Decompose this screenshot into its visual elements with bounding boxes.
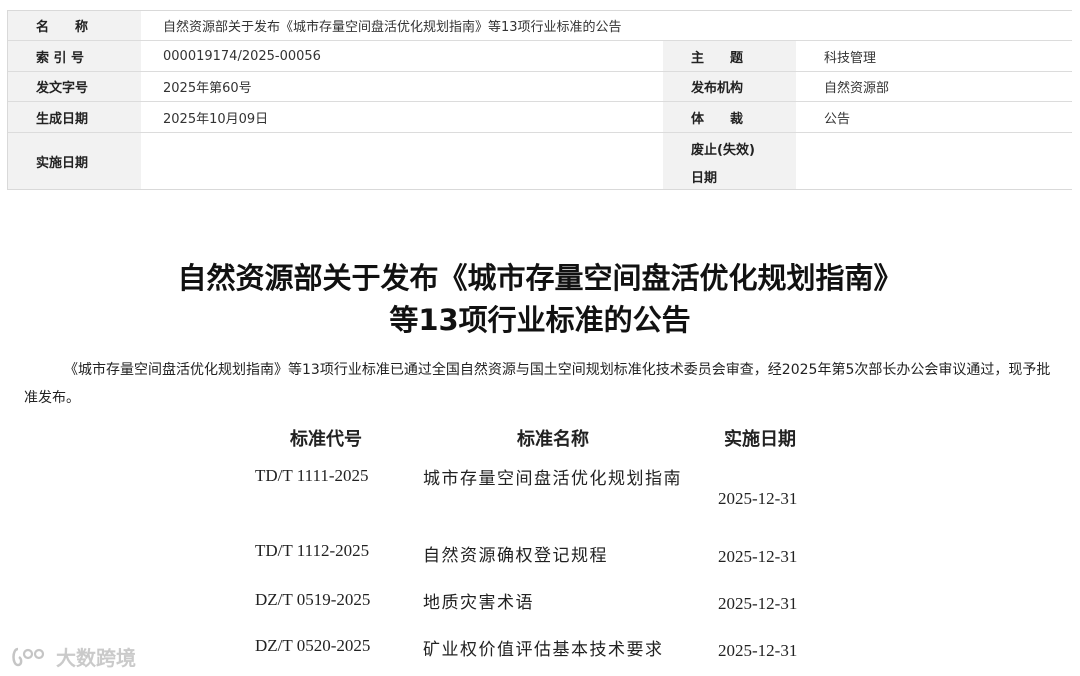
standards-header-name: 标准名称 [517, 429, 589, 449]
article-body: 《城市存量空间盘活优化规划指南》等13项行业标准已通过全国自然资源与国土空间规划… [24, 362, 1051, 406]
repeal-label-line2: 日期 [691, 171, 718, 186]
standard-code: TD/T 1112-2025 [255, 541, 370, 560]
standard-date: 2025-12-31 [718, 489, 798, 508]
effective-label: 实施日期 [8, 133, 141, 189]
article-title-line2: 等13项行业标准的公告 [389, 303, 691, 337]
standard-name: 地质灾害术语 [423, 593, 534, 612]
standard-name: 城市存量空间盘活优化规划指南 [423, 469, 682, 488]
docno-label: 发文字号 [8, 72, 141, 101]
name-label: 名 称 [8, 11, 141, 40]
name-value: 自然资源部关于发布《城市存量空间盘活优化规划指南》等13项行业标准的公告 [141, 11, 1073, 40]
document-info-table: 名 称 自然资源部关于发布《城市存量空间盘活优化规划指南》等13项行业标准的公告… [7, 10, 1073, 190]
created-value: 2025年10月09日 [141, 102, 663, 132]
info-row-docno: 发文字号 2025年第60号 发布机构 自然资源部 [8, 72, 1073, 102]
standards-header-code: 标准代号 [290, 429, 362, 449]
standard-name: 自然资源确权登记规程 [423, 546, 608, 565]
issuer-value: 自然资源部 [796, 72, 1073, 101]
info-row-effective: 实施日期 废止(失效) 日期 [8, 133, 1073, 189]
genre-label: 体 裁 [663, 102, 796, 132]
info-row-name: 名 称 自然资源部关于发布《城市存量空间盘活优化规划指南》等13项行业标准的公告 [8, 11, 1073, 41]
watermark-logo-icon [12, 647, 45, 666]
article-title-line1: 自然资源部关于发布《城市存量空间盘活优化规划指南》 [177, 261, 903, 295]
genre-value: 公告 [796, 102, 1073, 132]
standard-code: TD/T 1111-2025 [255, 466, 369, 485]
repeal-value [796, 133, 1073, 189]
topic-value: 科技管理 [796, 41, 1073, 71]
issuer-label: 发布机构 [663, 72, 796, 101]
index-value: 000019174/2025-00056 [141, 41, 663, 71]
info-row-index: 索 引 号 000019174/2025-00056 主 题 科技管理 [8, 41, 1073, 72]
effective-value [141, 133, 663, 189]
standard-date: 2025-12-31 [718, 547, 798, 566]
standard-date: 2025-12-31 [718, 641, 798, 660]
info-row-created: 生成日期 2025年10月09日 体 裁 公告 [8, 102, 1073, 133]
standards-header-date: 实施日期 [724, 429, 796, 449]
repeal-label: 废止(失效) 日期 [663, 133, 796, 189]
index-label: 索 引 号 [8, 41, 141, 71]
standard-date: 2025-12-31 [718, 594, 798, 613]
created-label: 生成日期 [8, 102, 141, 132]
docno-value: 2025年第60号 [141, 72, 663, 101]
repeal-label-line1: 废止(失效) [691, 143, 755, 158]
topic-label: 主 题 [663, 41, 796, 71]
watermark-text: 大数跨境 [56, 646, 136, 670]
standard-code: DZ/T 0519-2025 [255, 590, 371, 609]
standard-name: 矿业权价值评估基本技术要求 [423, 640, 664, 659]
watermark: 大数跨境 [10, 642, 136, 671]
standard-code: DZ/T 0520-2025 [255, 636, 371, 655]
